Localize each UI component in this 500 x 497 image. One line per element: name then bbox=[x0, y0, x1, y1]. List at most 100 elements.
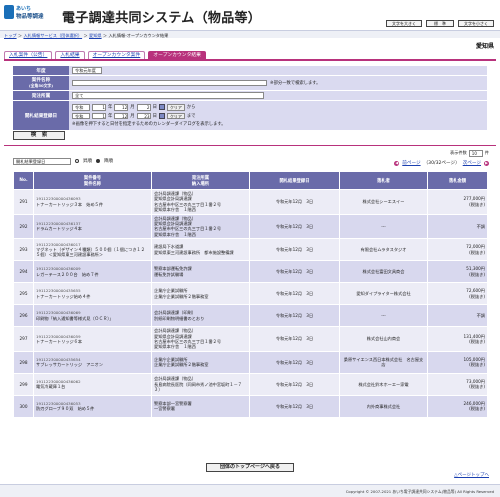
table-row: 300 191122300000436053 防刃グローブ９０双 始め５件 警察本部一… bbox=[13, 394, 488, 418]
search-button[interactable]: 検 索 bbox=[13, 131, 65, 140]
cell-date: 令和元年12月 3日 bbox=[249, 350, 340, 374]
breadcrumb-current: 入札情報-オープンカウンタ結果 bbox=[108, 32, 169, 38]
breadcrumb-top[interactable]: トップ bbox=[4, 33, 17, 38]
tab-bid-notice[interactable]: 入札案件（公告） bbox=[4, 51, 53, 59]
sort-desc-radio[interactable] bbox=[96, 159, 100, 164]
col-header-amount: 落札金額 bbox=[427, 171, 488, 190]
cell-amount: 72,000円 (税抜き) bbox=[427, 238, 488, 262]
system-title: 電子調達共同システム（物品等） bbox=[62, 11, 262, 26]
date-to-year[interactable]: 1 bbox=[92, 112, 106, 119]
case-name-link[interactable]: トナーカートリッジ始め４件 bbox=[36, 294, 149, 299]
pager: ◀ 前ページ （30/32ページ） 次ページ ▶ bbox=[394, 160, 489, 166]
table-row: 295 191122300000435655 トナーカートリッジ始め４件 企業庁企業試… bbox=[13, 282, 488, 306]
cell-no: 291 bbox=[13, 189, 34, 215]
results-table: No. 案件番号 案件名称 発注所属 納入場所 開札結果登録日 落札者 落札金額… bbox=[13, 171, 488, 418]
date-from-row: 令和 1 年 12 月 2 日 クリア から bbox=[72, 104, 195, 111]
date-from-day[interactable]: 2 bbox=[136, 104, 151, 111]
back-to-top-page-button[interactable]: 団体のトップページへ戻る bbox=[206, 463, 294, 472]
col-header-dept: 発注所属 納入場所 bbox=[151, 171, 250, 190]
cell-date: 令和元年12月 3日 bbox=[249, 260, 340, 284]
tab-open-counter-cases[interactable]: オープンカウンタ案件 bbox=[87, 51, 146, 59]
sort-asc-radio[interactable] bbox=[75, 159, 79, 164]
sort-select[interactable]: 開札結果登録日 bbox=[13, 158, 71, 165]
cell-amount: 不調 bbox=[427, 304, 488, 328]
cell-case: 191122300000435655 トナーカートリッジ始め４件 bbox=[33, 282, 152, 306]
table-header-row: No. 案件番号 案件名称 発注所属 納入場所 開札結果登録日 落札者 落札金額 bbox=[13, 171, 488, 190]
case-name-link[interactable]: 電気冷蔵庫１台 bbox=[36, 384, 149, 389]
date-to-era[interactable]: 令和 bbox=[72, 112, 90, 119]
cell-dept: 企業庁企業試験所 企業庁企業試験所２階事務室 bbox=[151, 350, 250, 374]
font-standard-button[interactable]: 標 準 bbox=[426, 20, 454, 27]
table-row: 297 191122300000436059 トナーカートリッジ６本 会計局調達課（物… bbox=[13, 326, 488, 352]
year-label: 年度 bbox=[13, 66, 69, 75]
date-to-clear-button[interactable]: クリア bbox=[166, 112, 185, 119]
cell-case: 191122300000436093 トナーカートリッジ３本 始め５件 bbox=[33, 189, 152, 215]
next-arrow-icon[interactable]: ▶ bbox=[484, 160, 489, 166]
cell-dept: 会計局調達課（物品） 愛知県会計局調達課 名古屋市中区三の丸三丁目１番２号 愛知… bbox=[151, 189, 250, 215]
cell-case: 191122300000436059 トナーカートリッジ６本 bbox=[33, 326, 152, 352]
cell-date: 令和元年12月 3日 bbox=[249, 372, 340, 396]
site-header: あいち 物品等調達 電子調達共同システム（物品等） 文字を大きく 標 準 文字を… bbox=[0, 0, 500, 33]
case-name-link[interactable]: トナーカートリッジ６本 bbox=[36, 339, 149, 344]
date-from-era[interactable]: 令和 bbox=[72, 104, 90, 111]
case-name-link[interactable]: マグネット（デザイン４種類）５００個（１個につき１２５個）＜愛知県東三河建設事務… bbox=[36, 247, 149, 258]
tab-open-counter-results[interactable]: オープンカウンタ結果 bbox=[148, 51, 206, 59]
page-size-select[interactable]: 10 bbox=[468, 150, 483, 157]
dept-label: 発注所属 bbox=[13, 91, 69, 100]
cell-winner: --- bbox=[339, 304, 428, 328]
cell-no: 298 bbox=[13, 350, 34, 374]
copyright: Copyright © 2007-2021 あいち電子調達共同システム(物品等)… bbox=[345, 489, 494, 494]
prev-page-link[interactable]: 前ページ bbox=[402, 160, 420, 166]
breadcrumb-separator: ＞ bbox=[17, 32, 23, 38]
logo-mark bbox=[4, 5, 14, 19]
case-name-link[interactable]: 印刷物「納入通知書等様式見（ＯＣＲ）」 bbox=[36, 316, 149, 321]
case-name-link[interactable]: トナーカートリッジ３本 始め５件 bbox=[36, 202, 149, 207]
form-row-date: 開札結果登録日 令和 1 年 12 月 2 日 クリア から 令和 1 年 12… bbox=[13, 101, 487, 131]
date-to-day[interactable]: 23 bbox=[136, 112, 151, 119]
case-name-input[interactable] bbox=[72, 79, 267, 87]
case-name-link[interactable]: サブレッサカートリッジ アニオン bbox=[36, 362, 149, 367]
page-info: （30/32ページ） bbox=[423, 161, 460, 166]
cell-no: 297 bbox=[13, 326, 34, 352]
cell-dept: 企業庁企業試験所 企業庁企業試験所２階事務室 bbox=[151, 282, 250, 306]
site-logo[interactable]: あいち 物品等調達 bbox=[4, 4, 50, 24]
table-row: 292 191122300000436137 ドラムカートリッジ４本 会計局調達課（物… bbox=[13, 213, 488, 240]
date-to-month[interactable]: 12 bbox=[114, 112, 129, 119]
cell-amount: 51,300円 (税抜き) bbox=[427, 260, 488, 284]
cell-winner: 株式会社山内商会 bbox=[339, 326, 428, 352]
tab-bid-results[interactable]: 入札結果 bbox=[55, 51, 85, 59]
cell-amount: 72,600円 (税抜き) bbox=[427, 282, 488, 306]
calendar-note: ※画像を押下すると日付を指定するためのカレンダーダイアログを表示します。 bbox=[72, 122, 226, 127]
form-row-dept: 発注所属 全て bbox=[13, 91, 487, 101]
date-from-year[interactable]: 1 bbox=[92, 104, 106, 111]
year-select[interactable]: 令和元年度 bbox=[72, 67, 102, 74]
case-name-label: 案件名称 (全角50文字) bbox=[13, 76, 69, 90]
page-top-link[interactable]: △ページトップへ bbox=[454, 472, 489, 478]
calendar-icon[interactable] bbox=[158, 112, 165, 119]
case-name-link[interactable]: レガーテース２００台 始め７件 bbox=[36, 272, 149, 277]
search-form: 年度 令和元年度 案件名称 (全角50文字) ※部分一致で検索します。 発注所属… bbox=[13, 66, 487, 131]
cell-no: 296 bbox=[13, 304, 34, 328]
sort-asc-label: 昇順 bbox=[83, 159, 92, 165]
cell-date: 令和元年12月 3日 bbox=[249, 304, 340, 328]
col-header-winner: 落札者 bbox=[339, 171, 428, 190]
breadcrumb-aichi[interactable]: 愛知県 bbox=[89, 33, 102, 38]
date-from-clear-button[interactable]: クリア bbox=[166, 104, 185, 111]
date-from-month[interactable]: 12 bbox=[114, 104, 129, 111]
case-name-link[interactable]: 防刃グローブ９０双 始め５件 bbox=[36, 406, 149, 411]
calendar-icon[interactable] bbox=[158, 104, 165, 111]
case-name-link[interactable]: ドラムカートリッジ４本 bbox=[36, 226, 149, 231]
dept-select[interactable]: 全て bbox=[72, 92, 264, 99]
cell-date: 令和元年12月 3日 bbox=[249, 394, 340, 418]
col-header-no: No. bbox=[13, 171, 34, 190]
font-smaller-button[interactable]: 文字を小さく bbox=[458, 20, 494, 27]
table-row: 299 191122300000436062 電気冷蔵庫１台 会計局調達課（物品） 長… bbox=[13, 372, 488, 396]
breadcrumb-org-select[interactable]: 入札情報サービス（団体選択） bbox=[23, 33, 82, 38]
cell-amount: 131,400円 (税抜き) bbox=[427, 326, 488, 352]
font-larger-button[interactable]: 文字を大きく bbox=[386, 20, 422, 27]
table-row: 298 191122300000435654 サブレッサカートリッジ アニオン 企業庁… bbox=[13, 350, 488, 374]
col-header-date: 開札結果登録日 bbox=[249, 171, 340, 190]
prev-arrow-icon[interactable]: ◀ bbox=[394, 160, 400, 166]
breadcrumb: トップ ＞ 入札情報サービス（団体選択） ＞ 愛知県 ＞ 入札情報-オープンカウ… bbox=[4, 33, 168, 39]
next-page-link[interactable]: 次ページ bbox=[463, 160, 481, 166]
